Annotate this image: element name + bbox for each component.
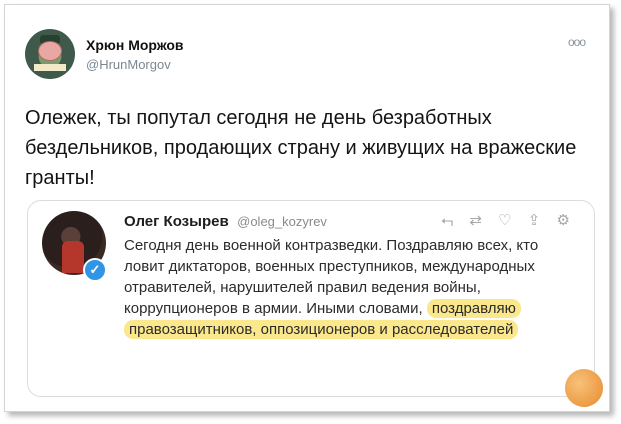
reply-icon[interactable]: ⮢ xyxy=(441,212,459,229)
share-icon[interactable]: ⇪ xyxy=(528,211,547,229)
like-icon[interactable]: ♡ xyxy=(498,211,517,229)
more-dots-icon[interactable]: ooo xyxy=(568,35,586,49)
author-handle[interactable]: @HrunMorgov xyxy=(86,57,184,72)
quoted-text: Сегодня день военной контразведки. Поздр… xyxy=(124,235,574,340)
quoted-tweet[interactable]: ✓ Олег Козырев @oleg_kozyrev ⮢ ⇄ ♡ ⇪ ⚙ С… xyxy=(27,200,595,397)
author-avatar[interactable] xyxy=(25,29,75,79)
quoted-header: Олег Козырев @oleg_kozyrev xyxy=(124,213,327,231)
tweet-header: Хрюн Моржов @HrunMorgov ooo xyxy=(25,29,586,79)
quoted-actions: ⮢ ⇄ ♡ ⇪ ⚙ xyxy=(441,211,576,229)
tweet-text: Олежек, ты попутал сегодня не день безра… xyxy=(25,107,577,189)
avatar-pig xyxy=(38,41,62,61)
avatar-caption xyxy=(34,64,66,71)
retweet-icon[interactable]: ⇄ xyxy=(469,211,488,229)
verified-badge-icon: ✓ xyxy=(83,258,107,282)
author-name[interactable]: Хрюн Моржов xyxy=(86,37,184,53)
avatar-shirt xyxy=(62,241,84,273)
author-info: Хрюн Моржов @HrunMorgov xyxy=(86,37,184,72)
quoted-author-name[interactable]: Олег Козырев xyxy=(124,213,229,230)
quoted-author-handle[interactable]: @oleg_kozyrev xyxy=(237,214,327,229)
settings-icon[interactable]: ⚙ xyxy=(557,211,576,229)
tweet-card: Хрюн Моржов @HrunMorgov ooo Олежек, ты п… xyxy=(4,4,610,412)
